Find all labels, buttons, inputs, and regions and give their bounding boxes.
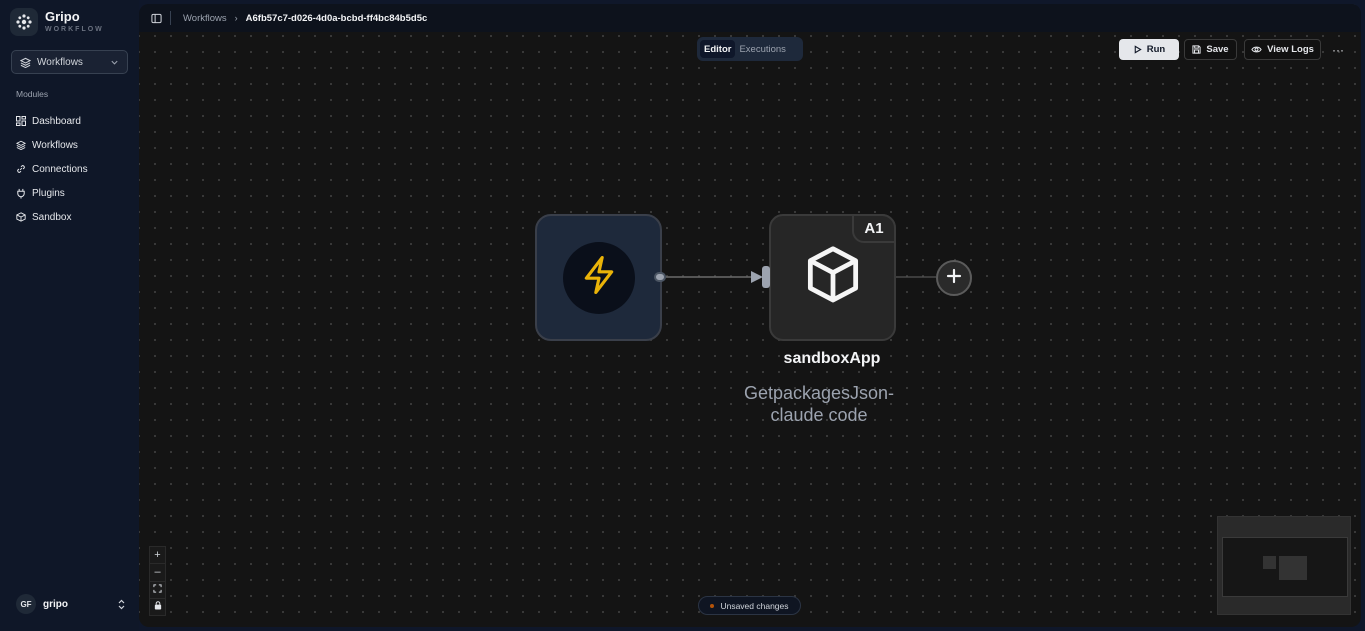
sidebar-item-connections[interactable]: Connections: [16, 157, 131, 181]
node-badge: A1: [852, 214, 896, 243]
modules-heading: Modules: [16, 89, 49, 99]
play-icon: [1133, 45, 1142, 54]
avatar: GF: [16, 594, 36, 614]
breadcrumb-workflows[interactable]: Workflows: [183, 13, 227, 24]
input-handle[interactable]: [762, 266, 770, 288]
breadcrumb-separator: ›: [234, 13, 238, 23]
gripo-logo-icon: [10, 8, 38, 36]
sidebar-toggle-icon[interactable]: [151, 13, 162, 24]
node-subtitle: GetpackagesJson- claude code: [699, 382, 939, 426]
fit-view-button[interactable]: [150, 582, 165, 599]
brand[interactable]: Gripo WORKFLOW: [10, 8, 104, 36]
view-tabs: Editor Executions: [697, 37, 803, 61]
trigger-node[interactable]: [535, 214, 662, 341]
zoom-controls: + –: [149, 546, 166, 616]
sandbox-app-node[interactable]: A1: [769, 214, 896, 341]
sidebar-item-label: Sandbox: [32, 211, 72, 223]
sidebar: Gripo WORKFLOW Workflows Modules Dashboa…: [0, 0, 139, 631]
fit-view-icon: [153, 584, 162, 596]
box-icon: [16, 212, 32, 222]
workflow-canvas[interactable]: Workflows › A6fb57c7-d026-4d0a-bcbd-ff4b…: [139, 4, 1361, 627]
save-icon: [1192, 45, 1202, 54]
save-button[interactable]: Save: [1184, 39, 1237, 60]
status-dot: [710, 603, 715, 608]
eye-icon: [1251, 45, 1262, 54]
sidebar-item-plugins[interactable]: Plugins: [16, 181, 131, 205]
divider: [170, 11, 171, 25]
minimap[interactable]: [1217, 516, 1351, 615]
node-subtitle-line-2: claude code: [770, 405, 868, 425]
status-text: Unsaved changes: [720, 600, 789, 611]
lock-icon: [154, 601, 162, 613]
connection-edge: [666, 271, 936, 283]
brand-subtitle: WORKFLOW: [45, 26, 104, 33]
output-handle[interactable]: [654, 272, 666, 282]
chevrons-up-down-icon: [117, 599, 126, 610]
minimap-viewport: [1222, 537, 1348, 597]
layers-icon: [20, 57, 31, 68]
cube-icon: [804, 244, 862, 311]
plus-icon: [946, 268, 962, 289]
sidebar-item-workflows[interactable]: Workflows: [16, 133, 131, 157]
tab-executions[interactable]: Executions: [735, 40, 789, 58]
run-button[interactable]: Run: [1119, 39, 1179, 60]
trigger-node-icon-wrap: [562, 241, 635, 314]
status-badge: Unsaved changes: [698, 596, 801, 615]
plug-icon: [16, 188, 32, 199]
sidebar-item-label: Connections: [32, 163, 88, 175]
run-label: Run: [1146, 44, 1166, 55]
layers-icon: [16, 140, 32, 150]
brand-name: Gripo: [45, 9, 80, 24]
sidebar-item-dashboard[interactable]: Dashboard: [16, 109, 131, 133]
lock-button[interactable]: [150, 599, 165, 615]
sidebar-item-label: Workflows: [32, 139, 78, 151]
workspace-select-value: Workflows: [37, 56, 83, 68]
sidebar-nav: Dashboard Workflows Connections Plugins …: [16, 109, 131, 229]
zoom-in-button[interactable]: +: [150, 547, 165, 565]
minimap-node-trigger: [1263, 556, 1276, 569]
more-options-button[interactable]: ···: [1327, 39, 1349, 60]
dashboard-icon: [16, 116, 32, 126]
add-node-button[interactable]: [936, 260, 972, 296]
node-title: sandboxApp: [783, 350, 881, 367]
breadcrumb-current: A6fb57c7-d026-4d0a-bcbd-ff4bc84b5d5c: [245, 12, 428, 24]
sidebar-item-label: Plugins: [32, 187, 65, 199]
chevron-down-icon: [110, 58, 119, 67]
view-logs-label: View Logs: [1267, 44, 1314, 55]
sidebar-item-label: Dashboard: [32, 115, 81, 127]
tab-editor[interactable]: Editor: [700, 40, 736, 58]
sidebar-item-sandbox[interactable]: Sandbox: [16, 205, 131, 229]
link-icon: [16, 164, 32, 174]
view-logs-button[interactable]: View Logs: [1244, 39, 1321, 60]
minimap-node-app: [1279, 556, 1307, 580]
user-menu[interactable]: GF gripo: [16, 594, 126, 614]
user-name: gripo: [43, 598, 68, 610]
zoom-out-button[interactable]: –: [150, 564, 165, 582]
top-bar: Workflows › A6fb57c7-d026-4d0a-bcbd-ff4b…: [139, 4, 1361, 32]
lightning-icon: [580, 254, 618, 301]
node-subtitle-line-1: GetpackagesJson-: [743, 383, 895, 403]
workspace-select[interactable]: Workflows: [11, 50, 128, 74]
save-label: Save: [1206, 44, 1229, 55]
